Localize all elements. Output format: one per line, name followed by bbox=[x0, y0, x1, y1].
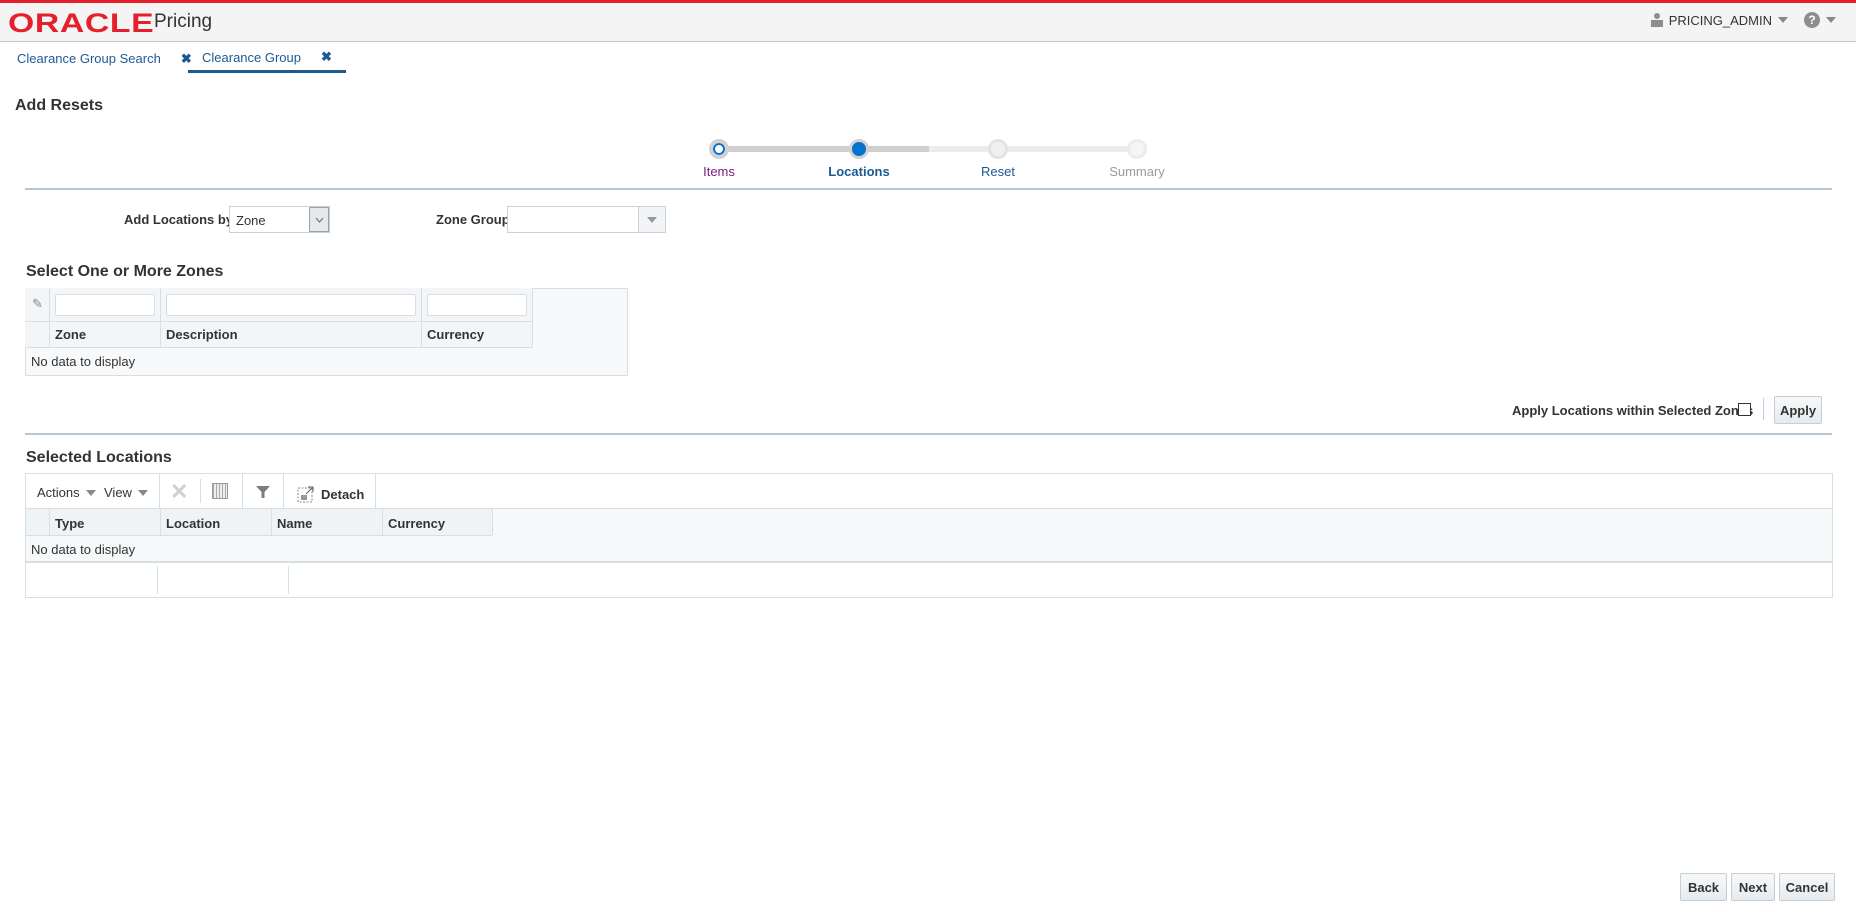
oracle-logo: ORACLE bbox=[8, 8, 155, 38]
chevron-down-icon[interactable] bbox=[309, 207, 329, 232]
app-name: Pricing bbox=[154, 11, 213, 32]
column-header-zone[interactable]: Zone bbox=[55, 327, 86, 342]
tab-clearance-group[interactable]: Clearance Group ✖ bbox=[188, 44, 346, 73]
column-divider bbox=[160, 509, 161, 535]
cancel-button[interactable]: Cancel bbox=[1779, 873, 1835, 901]
freeze-icon[interactable] bbox=[212, 483, 228, 499]
chevron-down-icon bbox=[137, 489, 148, 496]
footer-divider bbox=[288, 566, 289, 594]
column-header-name[interactable]: Name bbox=[277, 516, 312, 531]
toolbar-divider bbox=[375, 474, 376, 508]
add-locations-by-label: Add Locations by bbox=[124, 212, 234, 227]
column-header-location[interactable]: Location bbox=[166, 516, 220, 531]
tab-label: Clearance Group Search bbox=[17, 51, 161, 66]
tab-clearance-group-search[interactable]: Clearance Group Search ✖ bbox=[3, 44, 206, 73]
actions-menu[interactable]: Actions bbox=[37, 485, 96, 500]
zones-empty-text: No data to display bbox=[31, 354, 136, 369]
toolbar-divider bbox=[159, 474, 160, 508]
row-divider bbox=[25, 321, 533, 322]
detach-label: Detach bbox=[321, 486, 365, 502]
zone-group-select[interactable] bbox=[507, 206, 666, 233]
help-icon[interactable]: ? bbox=[1804, 12, 1820, 28]
tab-label: Clearance Group bbox=[202, 49, 301, 65]
toolbar-divider bbox=[242, 474, 243, 508]
apply-locations-label: Apply Locations within Selected Zones bbox=[1512, 403, 1754, 418]
user-menu-chevron-down-icon[interactable] bbox=[1778, 17, 1788, 23]
app-header bbox=[0, 0, 1856, 42]
column-divider bbox=[271, 509, 272, 535]
selected-locations-title: Selected Locations bbox=[26, 449, 172, 466]
divider bbox=[1763, 398, 1764, 420]
back-button[interactable]: Back bbox=[1680, 873, 1727, 901]
detach-icon bbox=[297, 486, 314, 503]
user-area: PRICING_ADMIN ? bbox=[1650, 12, 1836, 28]
caret-down-icon[interactable] bbox=[638, 207, 665, 232]
chevron-down-icon bbox=[85, 489, 96, 496]
close-icon[interactable]: ✖ bbox=[321, 49, 332, 65]
column-header-currency[interactable]: Currency bbox=[427, 327, 484, 342]
train-stop-locations bbox=[849, 139, 869, 159]
column-divider bbox=[421, 288, 422, 348]
select-value: Zone bbox=[236, 213, 266, 228]
user-menu[interactable]: PRICING_ADMIN bbox=[1669, 13, 1772, 28]
actions-label: Actions bbox=[37, 485, 80, 500]
row-divider bbox=[25, 508, 1833, 509]
description-filter-input[interactable] bbox=[166, 294, 416, 316]
column-header-type[interactable]: Type bbox=[55, 516, 84, 531]
column-header-description[interactable]: Description bbox=[166, 327, 238, 342]
column-divider bbox=[532, 288, 533, 348]
train-stop-items[interactable] bbox=[709, 139, 729, 159]
column-divider bbox=[49, 288, 50, 348]
footer-divider bbox=[157, 566, 158, 594]
column-divider bbox=[160, 288, 161, 348]
train-label-items[interactable]: Items bbox=[703, 164, 735, 179]
row-divider bbox=[25, 535, 492, 536]
train-track-pending bbox=[929, 146, 1137, 152]
train-label-reset[interactable]: Reset bbox=[981, 164, 1015, 179]
page-title: Add Resets bbox=[15, 97, 104, 114]
column-header-currency[interactable]: Currency bbox=[388, 516, 445, 531]
selected-locations-empty-text: No data to display bbox=[31, 542, 136, 557]
delete-icon[interactable]: ✕ bbox=[170, 479, 188, 505]
column-divider bbox=[49, 509, 50, 535]
train-label-locations: Locations bbox=[828, 164, 890, 179]
zones-section-title: Select One or More Zones bbox=[26, 263, 224, 280]
train-label-summary: Summary bbox=[1109, 164, 1165, 179]
query-by-example-icon[interactable]: ✎ bbox=[32, 296, 43, 312]
row-divider bbox=[25, 561, 1833, 563]
apply-button[interactable]: Apply bbox=[1774, 396, 1822, 424]
user-icon bbox=[1650, 13, 1663, 27]
apply-locations-checkbox[interactable] bbox=[1738, 403, 1751, 416]
zone-filter-input[interactable] bbox=[55, 294, 155, 316]
detach-button[interactable]: Detach bbox=[297, 485, 364, 503]
train-stop-summary bbox=[1127, 139, 1147, 159]
train-track-completed bbox=[719, 146, 929, 152]
zone-group-label: Zone Group bbox=[436, 212, 510, 227]
add-locations-by-select[interactable]: Zone bbox=[229, 206, 330, 233]
next-button[interactable]: Next bbox=[1731, 873, 1775, 901]
view-label: View bbox=[104, 485, 132, 500]
column-divider bbox=[492, 509, 493, 535]
column-divider bbox=[382, 509, 383, 535]
row-divider bbox=[25, 347, 533, 348]
help-menu-chevron-down-icon[interactable] bbox=[1826, 17, 1836, 23]
view-menu[interactable]: View bbox=[104, 485, 148, 500]
filter-icon[interactable] bbox=[255, 484, 271, 500]
divider bbox=[25, 433, 1832, 435]
currency-filter-input[interactable] bbox=[427, 294, 527, 316]
train-stop-reset[interactable] bbox=[988, 139, 1008, 159]
divider bbox=[25, 188, 1832, 190]
toolbar-divider bbox=[283, 474, 284, 508]
toolbar-divider bbox=[200, 479, 201, 503]
